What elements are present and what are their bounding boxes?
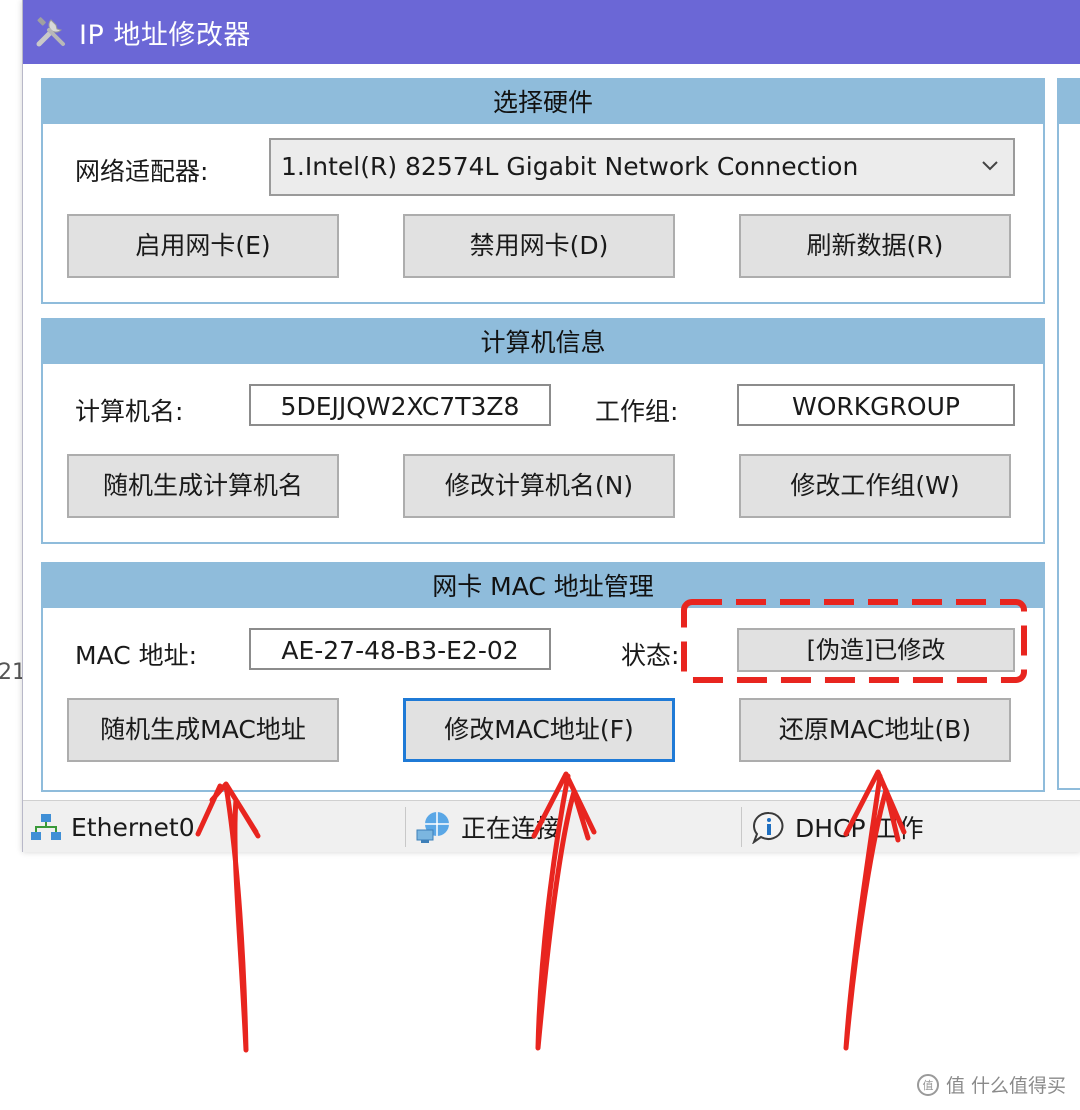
mac-address-label: MAC 地址: xyxy=(75,641,198,670)
tools-icon xyxy=(36,17,65,47)
status-separator xyxy=(741,807,742,847)
watermark-text: 值 什么值得买 xyxy=(945,1075,1066,1097)
restore-mac-button[interactable]: 还原MAC地址(B) xyxy=(739,698,1011,762)
adapter-select-value: 1.Intel(R) 82574L Gigabit Network Connec… xyxy=(281,152,859,181)
computer-name-field[interactable]: 5DEJJQW2XC7T3Z8 xyxy=(249,384,551,426)
modify-workgroup-button[interactable]: 修改工作组(W) xyxy=(739,454,1011,518)
hardware-panel: 选择硬件 网络适配器: 1.Intel(R) 82574L Gigabit Ne… xyxy=(41,78,1045,304)
disable-adapter-button[interactable]: 禁用网卡(D) xyxy=(403,214,675,278)
computer-name-label: 计算机名: xyxy=(75,397,184,426)
app-window: IP 地址修改器 选择硬件 网络适配器: 1.Intel(R) 82574L G… xyxy=(22,0,1080,852)
watermark-logo-icon: 值 xyxy=(916,1073,939,1096)
adapter-select[interactable]: 1.Intel(R) 82574L Gigabit Network Connec… xyxy=(269,138,1015,196)
workgroup-label: 工作组: xyxy=(595,397,679,426)
network-icon xyxy=(31,814,61,840)
window-title: IP 地址修改器 xyxy=(79,19,251,51)
right-panel-partial xyxy=(1057,78,1080,790)
status-dhcp: DHCP 工作 xyxy=(751,801,924,852)
mac-status-value: [伪造]已修改 xyxy=(737,628,1015,672)
mac-status-label: 状态: xyxy=(621,641,680,670)
title-bar: IP 地址修改器 xyxy=(23,0,1080,64)
watermark: 值 值 什么值得买 xyxy=(916,1071,1066,1098)
mac-panel: 网卡 MAC 地址管理 MAC 地址: AE-27-48-B3-E2-02 状态… xyxy=(41,562,1045,792)
hardware-panel-header: 选择硬件 xyxy=(43,80,1043,124)
dhcp-status-text: DHCP 工作 xyxy=(795,814,924,843)
computer-info-panel: 计算机信息 计算机名: 5DEJJQW2XC7T3Z8 工作组: WORKGRO… xyxy=(41,318,1045,544)
modify-mac-button[interactable]: 修改MAC地址(F) xyxy=(403,698,675,762)
globe-computer-icon xyxy=(416,812,449,843)
status-bar: Ethernet0 正在连接 DHCP 工作 xyxy=(23,800,1080,852)
status-network: Ethernet0 xyxy=(29,801,195,852)
workgroup-field[interactable]: WORKGROUP xyxy=(737,384,1015,426)
status-separator xyxy=(405,807,406,847)
enable-adapter-button[interactable]: 启用网卡(E) xyxy=(67,214,339,278)
svg-text:值: 值 xyxy=(922,1079,933,1092)
chevron-down-icon xyxy=(982,161,998,171)
mac-panel-header: 网卡 MAC 地址管理 xyxy=(43,564,1043,608)
random-mac-button[interactable]: 随机生成MAC地址 xyxy=(67,698,339,762)
status-connection: 正在连接 xyxy=(415,801,561,852)
connection-status-text: 正在连接 xyxy=(461,814,562,843)
right-panel-header xyxy=(1059,80,1080,124)
adapter-label: 网络适配器: xyxy=(75,157,209,186)
network-name: Ethernet0 xyxy=(71,812,195,842)
modify-computer-name-button[interactable]: 修改计算机名(N) xyxy=(403,454,675,518)
refresh-data-button[interactable]: 刷新数据(R) xyxy=(739,214,1011,278)
mac-address-field[interactable]: AE-27-48-B3-E2-02 xyxy=(249,628,551,670)
random-computer-name-button[interactable]: 随机生成计算机名 xyxy=(67,454,339,518)
computer-info-header: 计算机信息 xyxy=(43,320,1043,364)
info-icon xyxy=(752,811,784,844)
